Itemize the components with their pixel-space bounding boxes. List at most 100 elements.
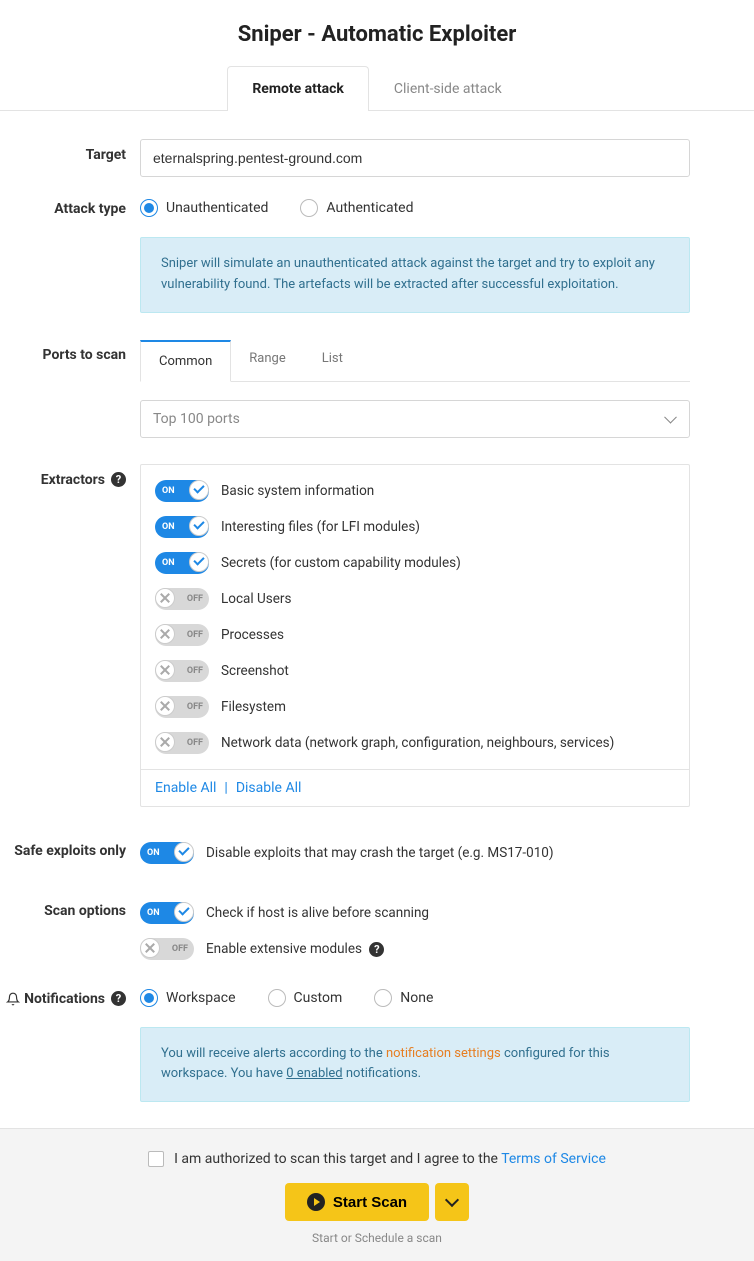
extractor-toggle[interactable]: ON [155, 552, 209, 574]
extractor-toggle[interactable]: OFF [155, 660, 209, 682]
check-icon [193, 554, 204, 565]
start-scan-dropdown[interactable] [435, 1183, 469, 1221]
start-scan-button[interactable]: Start Scan [285, 1183, 429, 1221]
extractor-row: ON Basic system information [141, 473, 689, 509]
radio-custom[interactable]: Custom [268, 989, 343, 1007]
extractor-toggle[interactable]: ON [155, 516, 209, 538]
x-icon [159, 592, 171, 604]
extractor-text: Interesting files (for LFI modules) [221, 519, 420, 535]
ports-tabs: Common Range List [140, 339, 690, 382]
toggle-state-label: ON [162, 486, 175, 496]
help-icon[interactable]: ? [369, 942, 384, 957]
bell-icon [6, 992, 20, 1006]
divider: | [224, 780, 227, 796]
ports-tab-list[interactable]: List [304, 339, 361, 381]
radio-authenticated[interactable]: Authenticated [300, 199, 413, 217]
extractor-text: Basic system information [221, 483, 374, 499]
toggle-knob [155, 732, 175, 752]
chevron-down-icon [445, 1193, 459, 1207]
toggle-knob [174, 842, 194, 862]
enable-all-button[interactable]: Enable All [155, 780, 216, 796]
radio-icon [268, 989, 286, 1007]
extractor-text: Local Users [221, 591, 291, 607]
extractor-row: OFFNetwork data (network graph, configur… [141, 725, 689, 761]
extractor-text: Secrets (for custom capability modules) [221, 555, 461, 571]
footer: I am authorized to scan this target and … [0, 1128, 754, 1261]
extractor-toggle[interactable]: ON [155, 480, 209, 502]
ports-label: Ports to scan [0, 339, 140, 363]
notifications-info: You will receive alerts according to the… [140, 1027, 690, 1103]
toggle-state-label: OFF [187, 702, 203, 712]
safe-exploits-text: Disable exploits that may crash the targ… [206, 845, 554, 861]
toggle-state-label: ON [147, 848, 160, 858]
scan-options-label: Scan options [0, 895, 140, 919]
radio-icon [140, 199, 158, 217]
radio-icon [140, 989, 158, 1007]
radio-label: Workspace [166, 990, 236, 1006]
extractor-toggle[interactable]: OFF [155, 624, 209, 646]
toggle-knob [174, 902, 194, 922]
radio-label: Unauthenticated [166, 200, 268, 216]
extensive-modules-text: Enable extensive modules ? [206, 941, 384, 957]
disable-all-button[interactable]: Disable All [236, 780, 302, 796]
check-icon [178, 844, 189, 855]
toggle-knob [189, 516, 209, 536]
page-title: Sniper - Automatic Exploiter [0, 0, 754, 65]
attack-type-info: Sniper will simulate an unauthenticated … [140, 237, 690, 313]
toggle-knob [189, 552, 209, 572]
main-tabs: Remote attack Client-side attack [0, 65, 754, 111]
extensive-modules-toggle[interactable]: OFF [140, 938, 194, 960]
check-alive-text: Check if host is alive before scanning [206, 905, 429, 921]
toggle-state-label: ON [162, 558, 175, 568]
attack-type-label: Attack type [0, 193, 140, 217]
notification-settings-link[interactable]: notification settings [386, 1046, 501, 1061]
radio-label: Custom [294, 990, 343, 1006]
radio-label: Authenticated [326, 200, 413, 216]
ports-tab-common[interactable]: Common [140, 340, 231, 382]
footer-hint: Start or Schedule a scan [0, 1231, 754, 1245]
toggle-state-label: ON [162, 522, 175, 532]
extractor-row: ON Secrets (for custom capability modules… [141, 545, 689, 581]
target-input[interactable] [140, 139, 690, 177]
toggle-state-label: OFF [172, 944, 188, 954]
extractor-row: ON Interesting files (for LFI modules) [141, 509, 689, 545]
toggle-knob [189, 480, 209, 500]
extractor-toggle[interactable]: OFF [155, 588, 209, 610]
extractor-toggle[interactable]: OFF [155, 696, 209, 718]
x-icon [159, 700, 171, 712]
radio-none[interactable]: None [374, 989, 433, 1007]
radio-label: None [400, 990, 433, 1006]
toggle-knob [155, 588, 175, 608]
tos-link[interactable]: Terms of Service [501, 1151, 606, 1167]
extractors-label: Extractors ? [0, 464, 140, 488]
extractor-toggle[interactable]: OFF [155, 732, 209, 754]
toggle-state-label: OFF [187, 630, 203, 640]
extractors-panel: ON Basic system information ON Interesting … [140, 464, 690, 807]
ports-select[interactable]: Top 100 ports [140, 400, 690, 438]
extractor-row: OFFProcesses [141, 617, 689, 653]
radio-unauthenticated[interactable]: Unauthenticated [140, 199, 268, 217]
help-icon[interactable]: ? [111, 991, 126, 1006]
notifications-label: Notifications ? [0, 983, 140, 1007]
toggle-knob [155, 624, 175, 644]
help-icon[interactable]: ? [111, 472, 126, 487]
safe-exploits-toggle[interactable]: ON [140, 842, 194, 864]
radio-workspace[interactable]: Workspace [140, 989, 236, 1007]
check-alive-toggle[interactable]: ON [140, 902, 194, 924]
toggle-knob [155, 660, 175, 680]
radio-icon [374, 989, 392, 1007]
toggle-state-label: OFF [187, 738, 203, 748]
radio-icon [300, 199, 318, 217]
ports-tab-range[interactable]: Range [231, 339, 303, 381]
authorization-checkbox[interactable] [148, 1151, 164, 1167]
safe-exploits-label: Safe exploits only [0, 835, 140, 859]
enabled-notifications-link[interactable]: 0 enabled [286, 1066, 342, 1081]
x-icon [144, 942, 156, 954]
extractor-text: Filesystem [221, 699, 286, 715]
check-icon [178, 904, 189, 915]
tab-client-side-attack[interactable]: Client-side attack [369, 66, 527, 111]
x-icon [159, 736, 171, 748]
tab-remote-attack[interactable]: Remote attack [227, 66, 369, 111]
target-label: Target [0, 139, 140, 163]
extractor-row: OFF Local Users [141, 581, 689, 617]
